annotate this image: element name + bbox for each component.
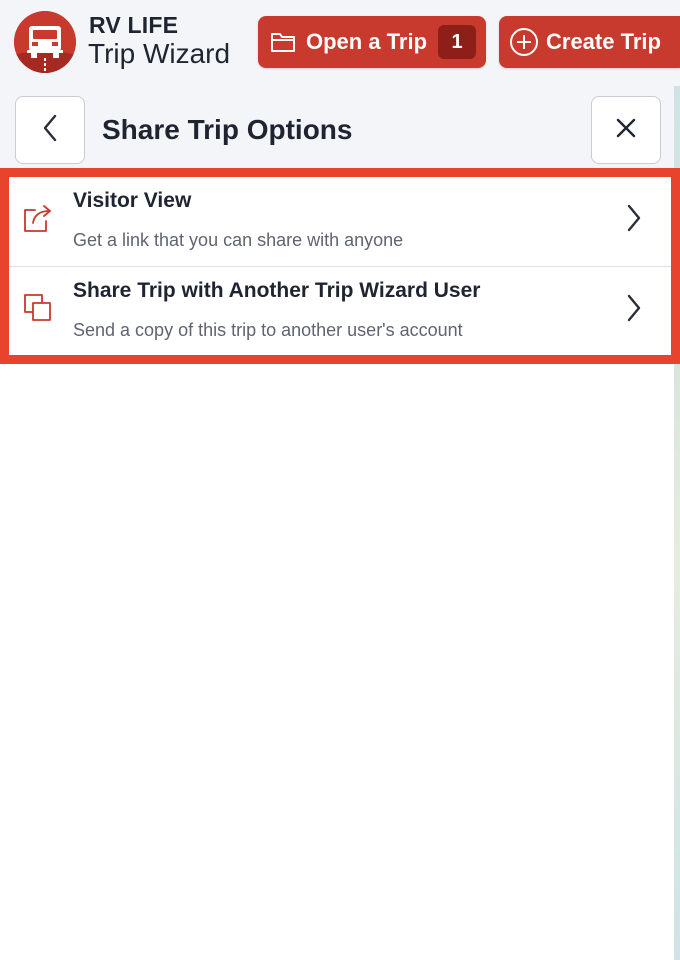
option-title: Visitor View: [73, 189, 192, 212]
share-icon: [21, 201, 55, 235]
panel-titlebar: Share Trip Options: [0, 86, 674, 168]
chevron-right-icon: [621, 291, 645, 325]
close-icon: [614, 116, 638, 145]
chevron-left-icon: [40, 113, 60, 148]
create-trip-label: Create Trip: [546, 29, 661, 54]
open-trip-label: Open a Trip: [306, 29, 428, 54]
share-trip-panel: Share Trip Options Visitor View Get a li…: [0, 86, 680, 960]
back-button[interactable]: [15, 96, 85, 164]
folder-icon: [270, 30, 296, 54]
option-title: Share Trip with Another Trip Wizard User: [73, 279, 481, 302]
open-trip-button[interactable]: Open a Trip 1: [258, 16, 486, 68]
create-trip-button[interactable]: Create Trip: [499, 16, 680, 68]
share-with-user-option[interactable]: Share Trip with Another Trip Wizard User…: [9, 266, 671, 355]
chevron-right-icon: [621, 201, 645, 235]
close-button[interactable]: [591, 96, 661, 164]
app-header: RV LIFE Trip Wizard Open a Trip 1 Create…: [0, 0, 680, 86]
rv-logo-icon[interactable]: [14, 11, 76, 73]
share-options-list: Visitor View Get a link that you can sha…: [0, 168, 680, 364]
visitor-view-option[interactable]: Visitor View Get a link that you can sha…: [9, 177, 671, 266]
open-trip-count-badge: 1: [438, 25, 476, 59]
option-description: Send a copy of this trip to another user…: [73, 320, 463, 340]
brand-name: RV LIFE: [89, 12, 179, 38]
page-title: Share Trip Options: [102, 114, 353, 145]
brand-product: Trip Wizard: [88, 38, 231, 69]
option-description: Get a link that you can share with anyon…: [73, 230, 404, 250]
plus-circle-icon: [509, 27, 539, 57]
copy-icon: [21, 291, 55, 325]
